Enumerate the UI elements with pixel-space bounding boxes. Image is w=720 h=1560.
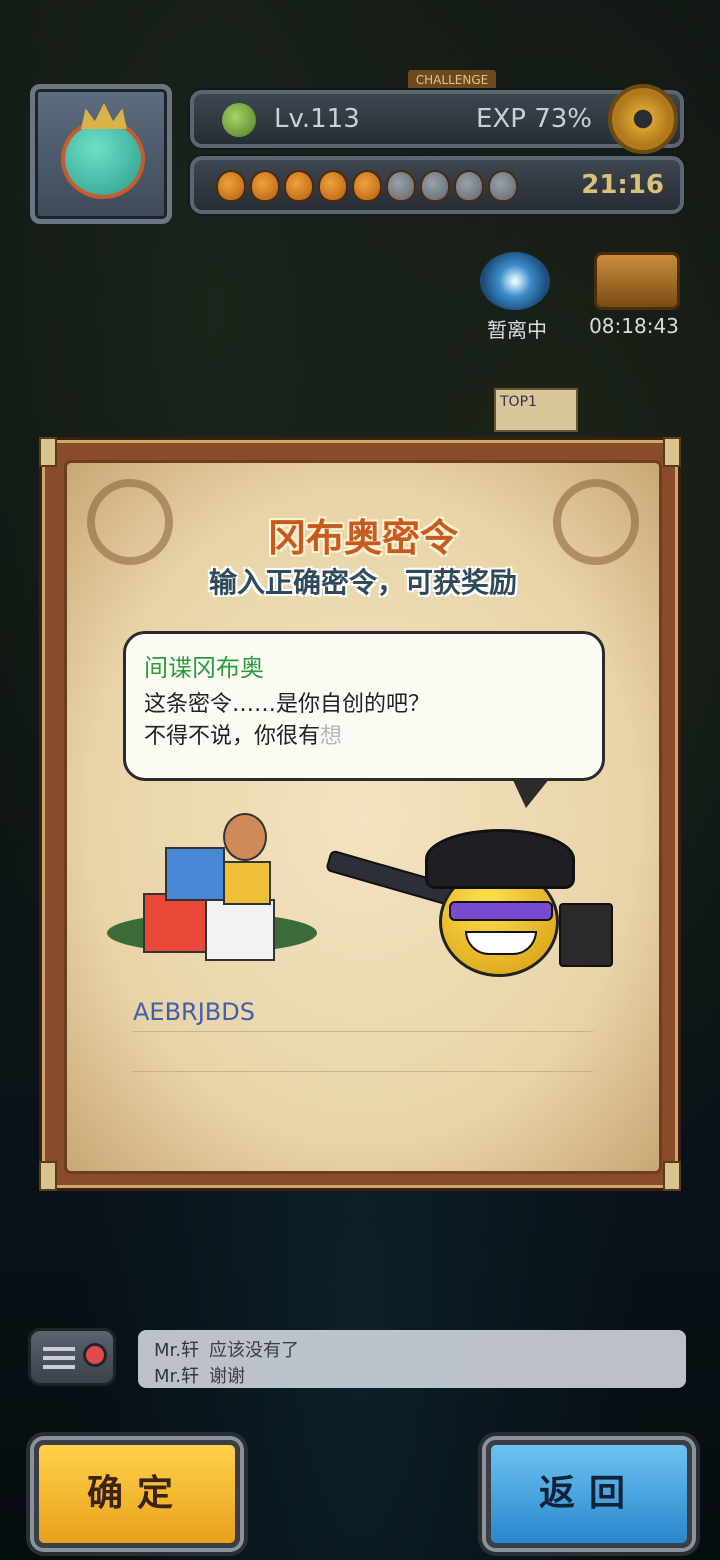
gift-box <box>205 899 275 961</box>
chat-panel[interactable]: Mr.轩 应该没有了 Mr.轩 谢谢 <box>138 1330 686 1388</box>
carrot-icon <box>454 170 484 202</box>
chat-text: 应该没有了 <box>209 1340 299 1361</box>
stamina-carrots <box>216 170 518 202</box>
carrot-icon <box>318 170 348 202</box>
avatar-face <box>61 119 145 199</box>
corner-ornament <box>39 437 57 467</box>
fedora-hat <box>425 829 575 889</box>
glasses <box>449 901 553 921</box>
input-underline <box>133 1031 593 1032</box>
confirm-button[interactable]: 确定 <box>34 1440 240 1548</box>
carrot-icon <box>386 170 416 202</box>
stamina-bar: 21:16 <box>190 156 684 214</box>
carrot-icon <box>284 170 314 202</box>
briefcase <box>559 903 613 967</box>
speech-bubble: 间谍冈布奥 这条密令……是你自创的吧？ 不得不说，你很有想 <box>123 631 605 808</box>
challenge-tag[interactable]: CHALLENGE <box>408 70 496 90</box>
speaker-name: 间谍冈布奥 <box>144 654 264 682</box>
tree-icon <box>222 103 256 137</box>
carrot-icon <box>250 170 280 202</box>
gift-pile-illustration <box>107 803 317 963</box>
level-text: Lv.113 <box>274 104 360 134</box>
game-screen: CHALLENGE Lv.113 EXP 73% 21:16 暂离中 08:18… <box>0 0 720 1560</box>
speech-line-2-main: 不得不说，你很有 <box>144 724 321 749</box>
stamina-timer: 21:16 <box>581 170 664 200</box>
gift-box <box>143 893 213 953</box>
corner-ornament <box>663 437 681 467</box>
chat-message: Mr.轩 应该没有了 <box>154 1336 299 1362</box>
menu-lines-icon <box>43 1347 75 1369</box>
portal-label: 暂离中 <box>487 318 547 342</box>
chat-user: Mr.轩 <box>154 1340 199 1361</box>
speech-line-2-fade: 想 <box>320 724 343 749</box>
chest-timer: 08:18:43 <box>589 314 679 338</box>
spy-gumball-illustration <box>325 813 625 977</box>
notification-dot-icon <box>83 1343 107 1367</box>
corner-ornament <box>663 1161 681 1191</box>
avatar-crown-icon <box>81 103 127 129</box>
gift-box <box>223 861 271 905</box>
gift-box <box>165 847 225 901</box>
chat-text: 谢谢 <box>209 1366 245 1387</box>
chat-message: Mr.轩 谢谢 <box>154 1362 245 1388</box>
chat-user: Mr.轩 <box>154 1366 199 1387</box>
chat-button[interactable] <box>28 1328 116 1386</box>
player-avatar[interactable] <box>30 84 172 224</box>
secret-code-dialog: 冈布奥密令 输入正确密令，可获奖励 间谍冈布奥 这条密令……是你自创的吧？ 不得… <box>39 437 681 1191</box>
carrot-icon <box>216 170 246 202</box>
dialog-title: 冈布奥密令 <box>267 516 458 560</box>
top-badge[interactable]: TOP1 <box>494 388 578 432</box>
carrot-icon <box>420 170 450 202</box>
secret-code-input[interactable] <box>133 993 593 1031</box>
exp-text: EXP 73% <box>476 104 592 134</box>
portal-icon[interactable] <box>480 252 550 310</box>
parchment-panel: 冈布奥密令 输入正确密令，可获奖励 间谍冈布奥 这条密令……是你自创的吧？ 不得… <box>67 463 659 1171</box>
carrot-icon <box>488 170 518 202</box>
dialog-subtitle: 输入正确密令，可获奖励 <box>208 566 517 599</box>
settings-gear-icon[interactable] <box>608 84 678 154</box>
input-underline <box>133 1071 593 1072</box>
carrot-icon <box>352 170 382 202</box>
corner-ornament <box>39 1161 57 1191</box>
treasure-chest-icon[interactable] <box>594 252 680 310</box>
speech-line-2: 不得不说，你很有想 <box>144 718 342 750</box>
back-button[interactable]: 返回 <box>486 1440 692 1548</box>
teddy-bear <box>223 813 267 861</box>
speech-line-1: 这条密令……是你自创的吧？ <box>144 692 431 717</box>
